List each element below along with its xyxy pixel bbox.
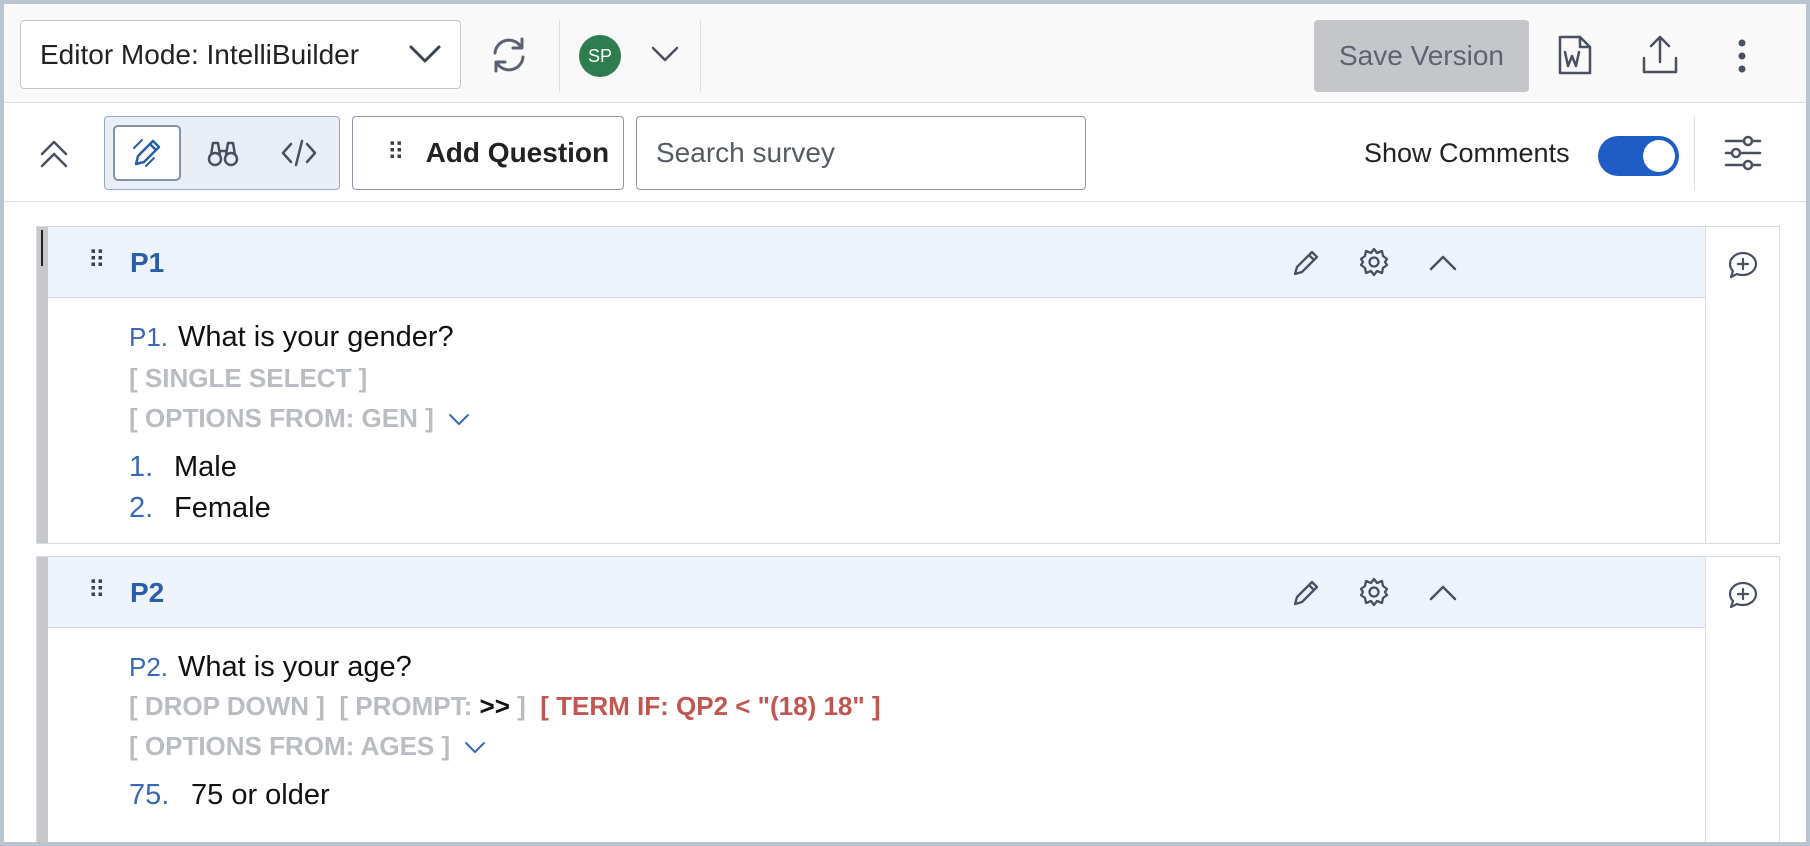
save-version-button[interactable]: Save Version [1314, 20, 1529, 92]
binoculars-icon [207, 141, 239, 167]
option-number: 75. [129, 779, 170, 811]
code-icon [281, 139, 317, 167]
chevron-up-icon[interactable] [1428, 583, 1458, 603]
question-text: What is your age? [178, 651, 412, 683]
pencil-icon[interactable] [1290, 577, 1322, 609]
options-source-line[interactable]: [ OPTIONS FROM: AGES ] [129, 731, 487, 762]
user-avatar[interactable]: SP [579, 35, 621, 77]
option-label: Female [174, 492, 271, 524]
chevron-down-icon[interactable] [650, 44, 680, 64]
refresh-icon[interactable] [488, 34, 530, 76]
prompt-prefix: [ PROMPT: [339, 691, 473, 721]
prompt-value: >> [479, 691, 510, 721]
drag-handle-icon[interactable]: ⠿ [88, 249, 106, 273]
divider [700, 20, 701, 92]
prompt-suffix: ] [517, 691, 526, 721]
term-condition-tag: [ TERM IF: QP2 < "(18) 18" ] [540, 691, 881, 721]
question-type-tag: [ SINGLE SELECT ] [129, 363, 368, 393]
survey-editor: Editor Mode: IntelliBuilder SP Save Vers… [4, 4, 1806, 842]
divider [1694, 116, 1695, 190]
word-document-icon[interactable] [1557, 34, 1593, 76]
question-text-line[interactable]: P2. What is your age? [129, 651, 412, 684]
question-block: ⠿ P2 P2. What is your age? [ DROP DOWN ] … [36, 556, 1780, 842]
question-text: What is your gender? [178, 321, 454, 353]
add-comment-icon[interactable] [1727, 579, 1759, 611]
pencil-icon[interactable] [1290, 247, 1322, 279]
add-question-button[interactable]: ⠿ Add Question [352, 116, 624, 190]
editor-mode-label: Editor Mode: IntelliBuilder [40, 38, 360, 70]
gear-icon[interactable] [1358, 576, 1390, 608]
code-view-button[interactable] [265, 125, 333, 181]
chevron-down-icon[interactable] [463, 739, 487, 755]
collapse-all-icon[interactable] [38, 138, 70, 170]
settings-sliders-icon[interactable] [1724, 135, 1762, 171]
options-source-line[interactable]: [ OPTIONS FROM: GEN ] [129, 403, 471, 434]
chevron-down-icon [409, 45, 441, 63]
options-source-label: [ OPTIONS FROM: AGES ] [129, 731, 451, 761]
question-number: P2. [129, 652, 169, 682]
question-text-line[interactable]: P1. What is your gender? [129, 321, 454, 354]
chevron-up-icon[interactable] [1428, 253, 1458, 273]
view-mode-group [104, 116, 340, 190]
drag-handle-icon: ⠿ [387, 139, 406, 166]
option-label: 75 or older [191, 779, 330, 811]
answer-option: 1. Male [129, 451, 237, 484]
search-survey-input[interactable] [636, 116, 1086, 190]
show-comments-label: Show Comments [1364, 138, 1570, 168]
toggle-knob [1643, 140, 1675, 172]
editor-toolbar: ⠿ Add Question Show Comments [4, 104, 1806, 202]
options-source-label: [ OPTIONS FROM: GEN ] [129, 403, 434, 433]
show-comments-toggle[interactable] [1598, 136, 1679, 176]
text-cursor [41, 230, 43, 266]
export-upload-icon[interactable] [1640, 34, 1680, 76]
option-number: 1. [129, 451, 154, 483]
comment-column-divider [1705, 227, 1706, 543]
option-number: 2. [129, 492, 154, 524]
answer-option: 2. Female [129, 492, 271, 525]
question-id: P1 [130, 247, 165, 278]
chevron-down-icon[interactable] [447, 411, 471, 427]
question-tags-line: [ DROP DOWN ] [ PROMPT: >> ] [ TERM IF: … [129, 691, 881, 722]
question-id: P2 [130, 577, 165, 608]
question-number: P1. [129, 322, 169, 352]
editor-mode-dropdown[interactable]: Editor Mode: IntelliBuilder [20, 20, 461, 89]
question-side-bar [37, 557, 48, 842]
answer-option: 75. 75 or older [129, 779, 330, 812]
divider [559, 20, 560, 92]
top-bar: Editor Mode: IntelliBuilder SP Save Vers… [4, 4, 1806, 103]
question-block: ⠿ P1 P1. What is your gender? [ SINGLE SE… [36, 226, 1780, 544]
question-type-tag: [ DROP DOWN ] [129, 691, 325, 721]
gear-icon[interactable] [1358, 246, 1390, 278]
question-header: ⠿ P1 [48, 227, 1705, 298]
option-label: Male [174, 451, 237, 483]
drag-handle-icon[interactable]: ⠿ [88, 579, 106, 603]
add-question-label: Add Question [425, 137, 610, 168]
add-comment-icon[interactable] [1727, 249, 1759, 281]
more-options-icon[interactable] [1736, 38, 1748, 74]
question-side-bar [37, 227, 48, 543]
preview-view-button[interactable] [189, 125, 257, 181]
question-header: ⠿ P2 [48, 557, 1705, 628]
edit-view-button[interactable] [113, 125, 181, 181]
pencil-ruler-icon [133, 139, 161, 167]
comment-column-divider [1705, 557, 1706, 842]
